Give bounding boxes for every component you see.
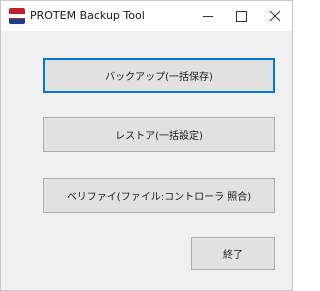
maximize-icon — [236, 11, 247, 22]
app-window: PROTEM Backup Tool バックアップ(一括保存) レストア(一括設… — [0, 0, 293, 291]
window-title: PROTEM Backup Tool — [30, 9, 145, 22]
title-bar[interactable]: PROTEM Backup Tool — [1, 1, 292, 31]
exit-button[interactable]: 終了 — [191, 237, 275, 270]
minimize-icon — [203, 16, 213, 17]
maximize-button[interactable] — [223, 1, 259, 31]
minimize-button[interactable] — [189, 1, 225, 31]
protem-app-icon[interactable] — [9, 8, 25, 24]
restore-button[interactable]: レストア(一括設定) — [43, 117, 275, 152]
backup-button[interactable]: バックアップ(一括保存) — [43, 58, 275, 93]
close-button[interactable] — [257, 1, 293, 31]
close-icon — [269, 10, 281, 22]
verify-button[interactable]: ベリファイ(ファイル:コントローラ 照合) — [43, 178, 275, 213]
